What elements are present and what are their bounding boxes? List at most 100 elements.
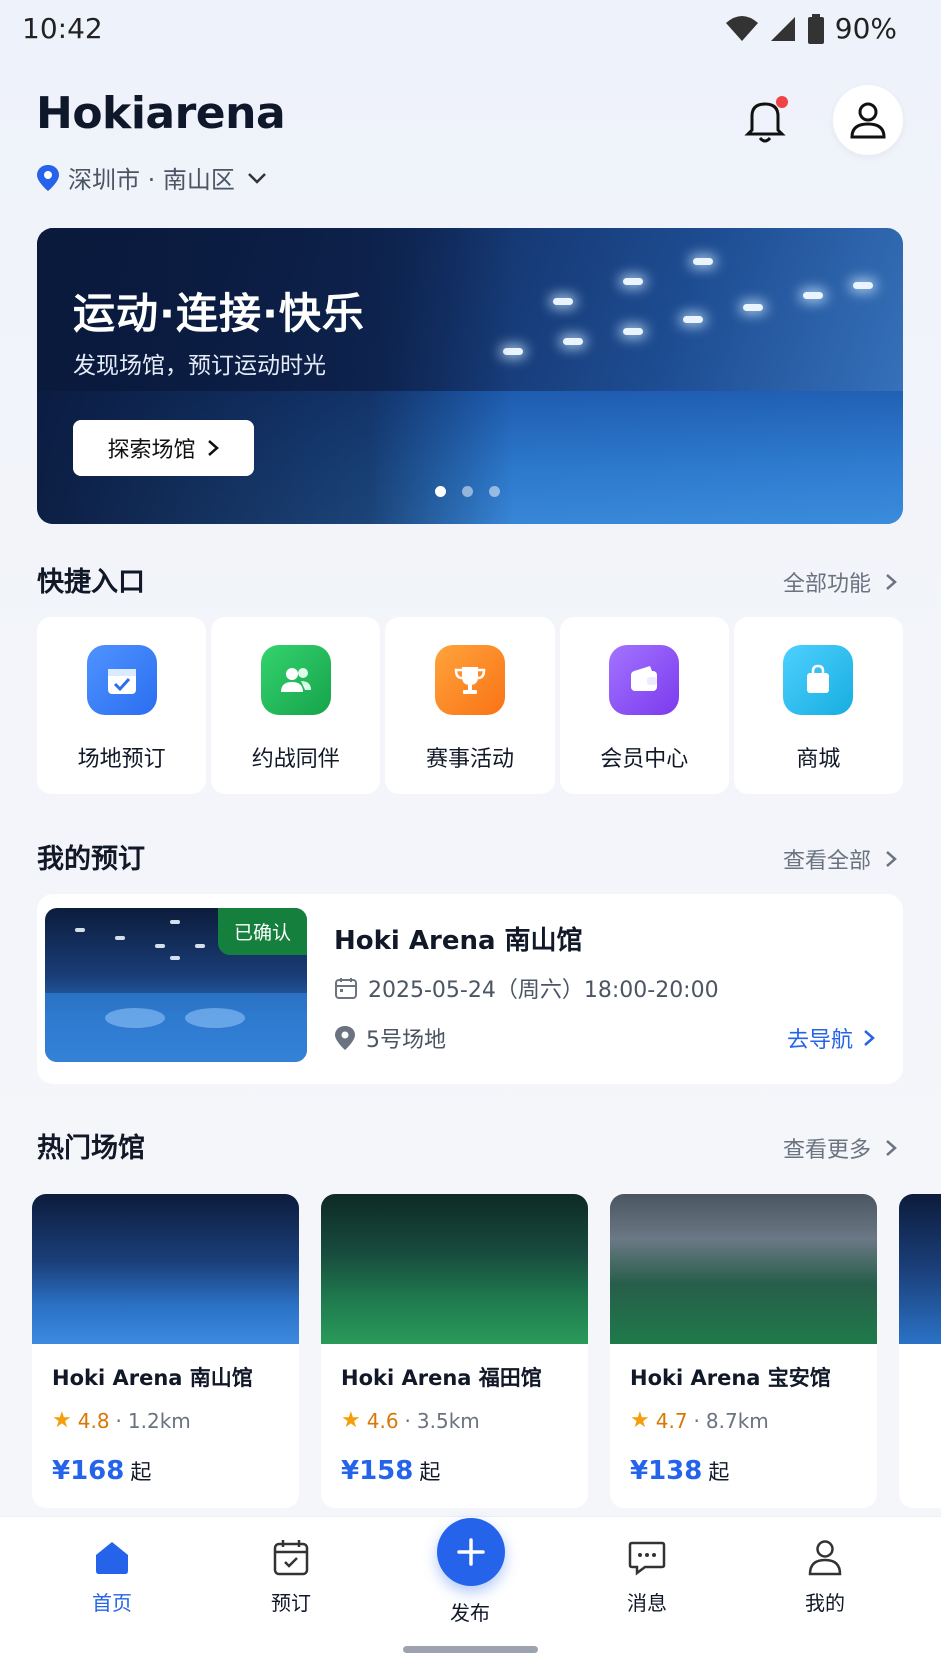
quick-item-membership[interactable]: 会员中心 [559, 617, 729, 794]
status-icons: 90% [725, 12, 897, 45]
app-header: Hokiarena [36, 88, 286, 139]
tab-label: 首页 [92, 1591, 132, 1615]
carousel-indicator[interactable] [435, 486, 500, 497]
quick-item-events[interactable]: 赛事活动 [385, 617, 555, 794]
venue-image [32, 1194, 299, 1344]
quick-item-label: 商城 [796, 747, 841, 772]
venue-distance: 3.5km [416, 1408, 480, 1433]
tab-post[interactable]: 发布 [410, 1587, 530, 1626]
venue-meta: ★ 4.8 · 1.2km [52, 1408, 191, 1433]
tab-label: 消息 [627, 1591, 667, 1615]
users-icon [260, 645, 331, 715]
battery-icon [807, 13, 824, 44]
venue-card-partial[interactable] [899, 1194, 941, 1508]
meta-separator: · [115, 1408, 122, 1433]
view-all-label: 查看全部 [782, 849, 871, 874]
map-pin-icon [335, 1026, 355, 1050]
tab-label: 我的 [805, 1591, 845, 1615]
tab-messages[interactable]: 消息 [587, 1537, 707, 1616]
venue-name: Hoki Arena 福田馆 [341, 1366, 542, 1390]
meta-separator: · [404, 1408, 411, 1433]
all-functions-label: 全部功能 [782, 572, 871, 597]
venue-carousel[interactable]: Hoki Arena 南山馆 ★ 4.8 · 1.2km ¥168 起 Hoki … [32, 1194, 941, 1514]
view-all-bookings-link[interactable]: 查看全部 [783, 843, 897, 875]
chevron-right-icon [886, 574, 897, 590]
venue-name: Hoki Arena 宝安馆 [630, 1366, 831, 1390]
banner-headline: 运动·连接·快乐 [73, 289, 365, 338]
wallet-icon [609, 645, 680, 715]
quick-item-venue-booking[interactable]: 场地预订 [37, 617, 207, 794]
hot-venues-title: 热门场馆 [37, 1133, 145, 1164]
tab-booking[interactable]: 预订 [231, 1537, 351, 1616]
profile-button[interactable] [833, 85, 903, 155]
venue-card[interactable]: Hoki Arena 宝安馆 ★ 4.7 · 8.7km ¥138 起 [610, 1194, 877, 1508]
venue-card[interactable]: Hoki Arena 南山馆 ★ 4.8 · 1.2km ¥168 起 [32, 1194, 299, 1508]
user-icon [808, 1540, 842, 1576]
plus-icon [457, 1538, 485, 1566]
booking-court: 5号场地 [334, 1022, 446, 1054]
booking-card[interactable]: 已确认 Hoki Arena 南山馆 2025-05-24（周六）18:00-2… [37, 894, 903, 1084]
status-badge: 已确认 [217, 908, 307, 955]
carousel-dot[interactable] [435, 486, 446, 497]
venue-price-value: ¥138 [630, 1456, 703, 1486]
quick-access-grid: 场地预订 约战同伴 赛事活动 会员中心 商城 [37, 617, 904, 794]
home-icon [96, 1542, 128, 1574]
user-icon [850, 102, 886, 139]
star-icon: ★ [341, 1408, 361, 1433]
wifi-icon [725, 15, 758, 41]
notification-button[interactable] [738, 92, 792, 146]
home-indicator[interactable] [403, 1646, 538, 1653]
carousel-dot[interactable] [462, 486, 473, 497]
status-time: 10:42 [22, 12, 103, 45]
star-icon: ★ [52, 1408, 72, 1433]
venue-meta: ★ 4.6 · 3.5km [341, 1408, 480, 1433]
tab-profile[interactable]: 我的 [765, 1537, 885, 1616]
venue-card[interactable]: Hoki Arena 福田馆 ★ 4.6 · 3.5km ¥158 起 [321, 1194, 588, 1508]
venue-meta: ★ 4.7 · 8.7km [630, 1408, 769, 1433]
quick-item-label: 约战同伴 [251, 747, 340, 772]
navigate-button[interactable]: 去导航 [787, 1022, 875, 1054]
quick-item-find-partner[interactable]: 约战同伴 [211, 617, 381, 794]
venue-image [610, 1194, 877, 1344]
venue-price: ¥138 起 [630, 1456, 729, 1486]
location-selector[interactable]: 深圳市 · 南山区 [36, 160, 271, 195]
tab-home[interactable]: 首页 [52, 1537, 172, 1616]
booking-datetime: 2025-05-24（周六）18:00-20:00 [334, 972, 719, 1004]
venue-rating: 4.8 [77, 1408, 110, 1433]
carousel-dot[interactable] [489, 486, 500, 497]
tab-label: 预订 [271, 1591, 311, 1615]
post-button[interactable] [437, 1518, 505, 1586]
venue-name: Hoki Arena 南山馆 [52, 1366, 253, 1390]
venue-image [321, 1194, 588, 1344]
hero-banner[interactable]: 运动·连接·快乐 发现场馆，预订运动时光 探索场馆 [37, 228, 903, 524]
quick-item-shop[interactable]: 商城 [733, 617, 904, 794]
all-functions-link[interactable]: 全部功能 [783, 566, 897, 598]
view-more-venues-link[interactable]: 查看更多 [783, 1132, 897, 1164]
venue-rating: 4.6 [366, 1408, 399, 1433]
banner-subtitle: 发现场馆，预订运动时光 [73, 353, 326, 379]
chevron-right-icon [864, 1030, 875, 1046]
quick-item-label: 赛事活动 [426, 747, 515, 772]
my-bookings-title: 我的预订 [37, 844, 145, 875]
chevron-right-icon [886, 1140, 897, 1156]
signal-icon [770, 16, 795, 41]
quick-item-label: 场地预订 [77, 747, 166, 772]
map-pin-icon [37, 164, 59, 191]
explore-venues-button[interactable]: 探索场馆 [73, 420, 254, 476]
shopping-bag-icon [783, 645, 854, 715]
calendar-icon [335, 978, 357, 999]
banner-lights [473, 258, 873, 378]
chevron-right-icon [207, 440, 219, 456]
meta-separator: · [693, 1408, 700, 1433]
chevron-right-icon [886, 851, 897, 867]
app-title: Hokiarena [36, 88, 286, 139]
explore-venues-label: 探索场馆 [107, 438, 196, 463]
tab-label: 发布 [450, 1601, 490, 1625]
booking-datetime-text: 2025-05-24（周六）18:00-20:00 [368, 978, 719, 1003]
booking-venue-name: Hoki Arena 南山馆 [334, 926, 583, 956]
navigate-label: 去导航 [786, 1028, 853, 1053]
price-suffix: 起 [130, 1460, 152, 1484]
battery-level: 90% [834, 12, 897, 45]
venue-price: ¥158 起 [341, 1456, 440, 1486]
notification-dot [776, 96, 788, 108]
